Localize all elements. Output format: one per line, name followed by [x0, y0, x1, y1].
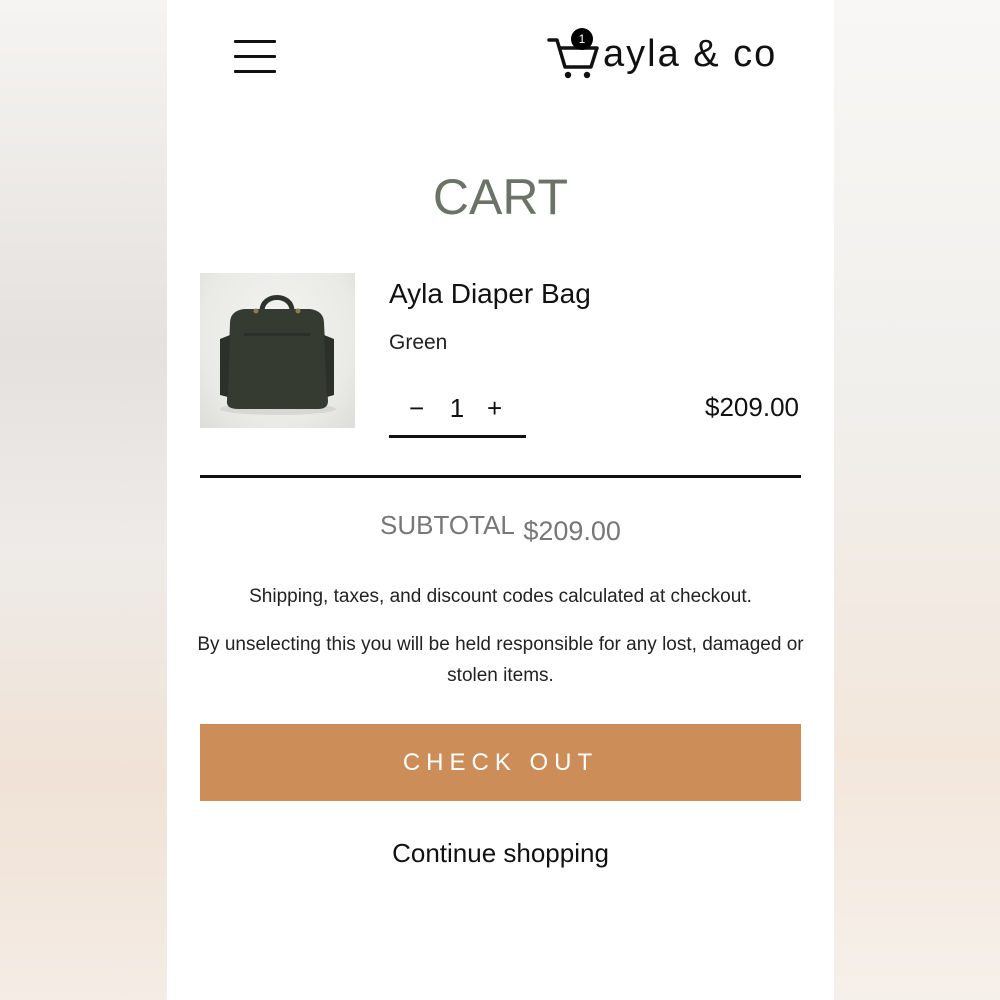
subtotal-row: SUBTOTAL $209.00 — [167, 510, 834, 546]
menu-line — [234, 55, 276, 58]
checkout-button[interactable]: CHECK OUT — [200, 724, 801, 801]
menu-line — [234, 40, 276, 43]
background-blur-left — [0, 0, 167, 1000]
product-variant: Green — [389, 331, 448, 354]
subtotal-value: $209.00 — [523, 516, 621, 546]
quantity-decrease-button[interactable]: − — [409, 388, 424, 428]
quantity-increase-button[interactable]: + — [487, 388, 502, 428]
divider — [200, 475, 801, 478]
quantity-value[interactable]: 1 — [447, 388, 467, 428]
menu-line — [234, 70, 276, 73]
quantity-stepper: − 1 + — [389, 388, 526, 438]
background-blur-right — [833, 0, 1000, 1000]
continue-shopping-link[interactable]: Continue shopping — [167, 838, 834, 869]
cart-button[interactable]: 1 — [547, 28, 601, 80]
product-name[interactable]: Ayla Diaper Bag — [389, 278, 591, 310]
mobile-page: 1 ayla & co CART Ayla Diaper Bag Green −… — [167, 0, 834, 1000]
responsibility-note: By unselecting this you will be held res… — [197, 634, 804, 686]
page-title: CART — [432, 169, 569, 225]
subtotal-label: SUBTOTAL — [380, 510, 515, 540]
diaper-bag-image — [220, 295, 336, 415]
hamburger-menu-icon[interactable] — [234, 40, 276, 74]
brand-logo[interactable]: ayla & co — [603, 33, 777, 76]
line-item-price: $209.00 — [705, 392, 799, 422]
shipping-note: Shipping, taxes, and discount codes calc… — [249, 586, 752, 607]
product-image[interactable] — [200, 273, 355, 428]
cart-count-badge: 1 — [571, 28, 593, 50]
